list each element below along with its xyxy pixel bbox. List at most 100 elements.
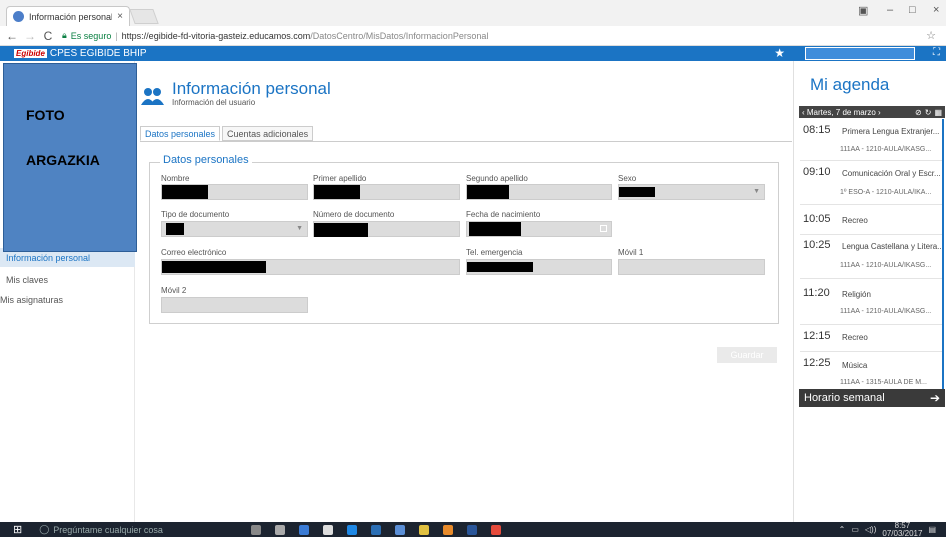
correo-field[interactable] (161, 259, 460, 275)
back-button[interactable]: ← (6, 29, 18, 43)
mail-icon[interactable] (371, 524, 382, 535)
user-area: ⛶ (793, 46, 946, 61)
agenda-subject: Recreo (842, 333, 868, 342)
user-name-box[interactable] (805, 47, 915, 60)
agenda-subject: Música (842, 361, 868, 370)
photo-placeholder: FOTO ARGAZKIA (3, 63, 137, 252)
store-icon[interactable] (323, 524, 334, 535)
app-icon[interactable] (443, 524, 454, 535)
people-icon[interactable] (395, 524, 406, 535)
page-title: Información personal (172, 79, 331, 98)
agenda-tools: ⊘ ↻ ▦ (915, 108, 942, 117)
taskbar-apps (251, 524, 502, 535)
expand-icon[interactable]: ⛶ (933, 47, 940, 58)
agenda-date-bar: ‹ Martes, 7 de marzo › ⊘ ↻ ▦ (799, 106, 945, 118)
agenda-item[interactable]: 09:10 Comunicación Oral y Escr... 1º ESO… (800, 161, 943, 205)
agenda-time: 11:20 (803, 287, 830, 299)
nombre-field[interactable] (161, 184, 308, 200)
nombre-label: Nombre (161, 174, 190, 183)
agenda-item[interactable]: 12:15 Recreo (800, 325, 943, 352)
agenda-scrollbar[interactable] (942, 119, 944, 389)
browser-toolbar: ← → C 🔒︎ Es seguro | https://egibide-fd-… (0, 26, 946, 46)
sexo-select[interactable]: ▼ (618, 184, 765, 200)
tipo-documento-select[interactable]: ▼ (161, 221, 308, 237)
task-view-icon[interactable] (275, 524, 286, 535)
edge-icon[interactable] (347, 524, 358, 535)
word-icon[interactable] (467, 524, 478, 535)
tab-cuentas-adicionales[interactable]: Cuentas adicionales (222, 126, 314, 141)
close-window-button[interactable]: × (933, 4, 939, 16)
taskbar-search[interactable]: ◯ Pregúntame cualquier cosa (39, 524, 239, 535)
maximize-button[interactable]: □ (909, 4, 916, 16)
refresh-icon[interactable]: ↻ (925, 108, 932, 117)
agenda-date[interactable]: ‹ Martes, 7 de marzo › (802, 108, 881, 117)
agenda-time: 10:05 (803, 213, 831, 225)
agenda-item[interactable]: 12:25 Música 111AA - 1315-AULA DE M... (800, 352, 943, 389)
mic-icon[interactable] (251, 524, 262, 535)
sidebar-item-mis-claves[interactable]: Mis claves (0, 270, 135, 289)
agenda-item[interactable]: 08:15 Primera Lengua Extranjer... 111AA … (800, 119, 943, 161)
fecha-nacimiento-field[interactable] (466, 221, 612, 237)
browser-tab[interactable]: Información personal × (6, 6, 130, 26)
movil2-field[interactable] (161, 297, 308, 313)
redaction-box (314, 185, 360, 199)
arrow-right-circle-icon[interactable]: ➔ (930, 391, 940, 405)
section-title: Datos personales (160, 154, 252, 166)
clock-date: 07/03/2017 (882, 528, 923, 538)
agenda-title: Mi agenda (810, 75, 890, 94)
agenda-room: 111AA - 1315-AULA DE M... (840, 379, 927, 386)
agenda-subject: Recreo (842, 216, 868, 225)
chrome-icon[interactable] (491, 524, 502, 535)
segundo-apellido-field[interactable] (466, 184, 612, 200)
forward-button[interactable]: → (24, 29, 36, 43)
tab-datos-personales[interactable]: Datos personales (140, 126, 221, 141)
hide-icon[interactable]: ⊘ (915, 108, 922, 117)
agenda-time: 12:15 (803, 330, 831, 342)
favorite-star-icon[interactable]: ★ (774, 46, 785, 60)
agenda-item[interactable]: 10:05 Recreo (800, 205, 943, 235)
page-subtitle: Información del usuario (172, 98, 256, 107)
tel-emergencia-field[interactable] (466, 259, 612, 275)
redaction-box (619, 187, 655, 197)
secure-label: Es seguro (70, 30, 112, 41)
numero-documento-field[interactable] (313, 221, 460, 237)
agenda-item[interactable]: 10:25 Lengua Castellana y Litera... 111A… (800, 235, 944, 279)
url-path: /DatosCentro/MisDatos/InformacionPersona… (310, 30, 489, 41)
windows-taskbar: ⊞ ◯ Pregúntame cualquier cosa ⌃ ▭ ◁)) 8:… (0, 521, 946, 538)
windows-start-icon[interactable]: ⊞ (13, 523, 22, 536)
close-tab-icon[interactable]: × (117, 11, 123, 22)
users-icon (140, 86, 166, 106)
movil1-field[interactable] (618, 259, 765, 275)
reload-button[interactable]: C (42, 29, 54, 43)
clock[interactable]: 8:57 07/03/2017 (882, 521, 923, 538)
calendar-icon[interactable]: ▦ (934, 108, 942, 117)
volume-icon[interactable]: ◁)) (865, 525, 876, 534)
sidebar-item-mis-asignaturas[interactable]: Mis asignaturas (0, 290, 135, 309)
bookmark-star-icon[interactable]: ☆ (926, 29, 936, 42)
address-bar[interactable]: 🔒︎ Es seguro | https://egibide-fd-vitori… (62, 30, 488, 41)
content-tabs: Datos personales Cuentas adicionales (140, 126, 315, 141)
agenda-item[interactable]: 11:20 Religión 111AA - 1210-AULA/IKASG..… (800, 279, 943, 325)
app-icon[interactable] (419, 524, 430, 535)
tray-chevron-icon[interactable]: ⌃ (839, 525, 846, 534)
notifications-icon[interactable]: ▤ (928, 525, 936, 534)
weekly-schedule-bar[interactable]: Horario semanal ➔ (799, 389, 945, 407)
save-button[interactable]: Guardar (717, 347, 777, 363)
agenda-room: 1º ESO-A - 1210-AULA/IKA... (840, 189, 932, 196)
segundo-apellido-label: Segundo apellido (466, 174, 528, 183)
calendar-icon[interactable] (600, 225, 607, 232)
profile-icon[interactable]: ▣ (858, 4, 868, 17)
agenda-subject: Comunicación Oral y Escr... (842, 169, 941, 178)
primer-apellido-field[interactable] (313, 184, 460, 200)
redaction-box (467, 262, 533, 272)
redaction-box (162, 185, 208, 199)
network-icon[interactable]: ▭ (851, 525, 859, 534)
sidebar-item-label: Mis asignaturas (0, 294, 64, 305)
agenda-time: 09:10 (803, 166, 831, 178)
new-tab-button[interactable] (129, 9, 159, 24)
movil1-label: Móvil 1 (618, 248, 644, 257)
redaction-box (467, 185, 509, 199)
sidebar-item-label: Mis claves (6, 274, 49, 285)
minimize-button[interactable]: – (887, 4, 893, 16)
explorer-icon[interactable] (299, 524, 310, 535)
